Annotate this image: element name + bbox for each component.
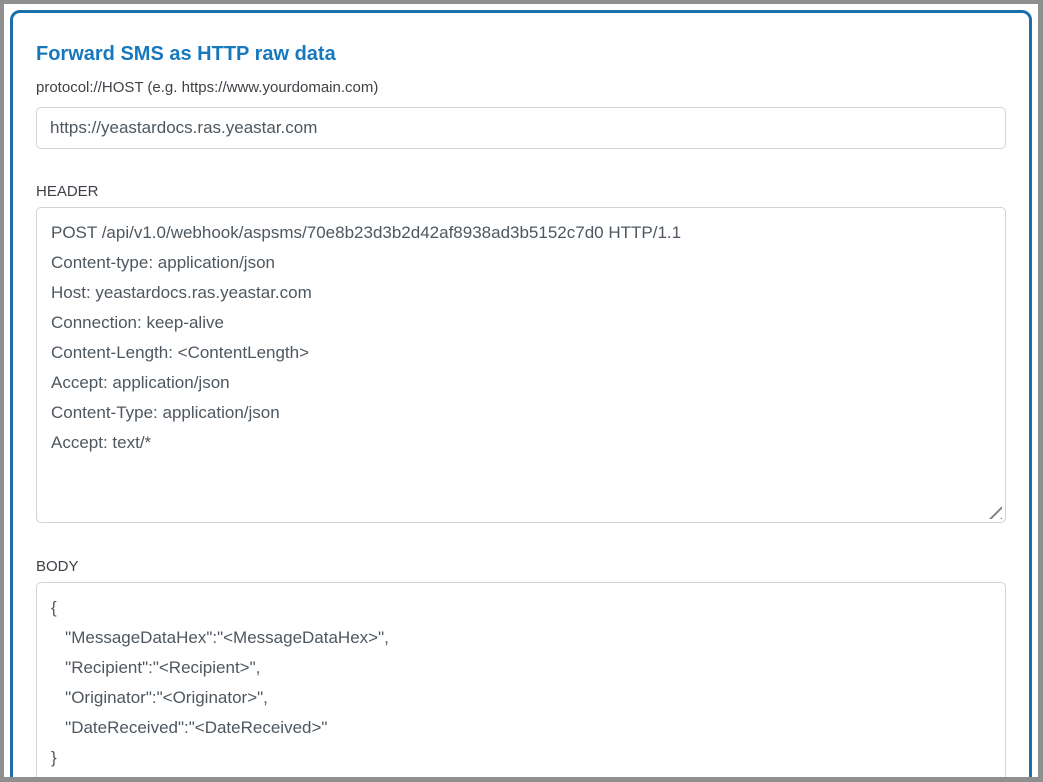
forward-sms-panel: Forward SMS as HTTP raw data protocol://…	[10, 10, 1032, 777]
body-textarea[interactable]: { "MessageDataHex":"<MessageDataHex>", "…	[36, 582, 1006, 777]
body-textarea-wrap: { "MessageDataHex":"<MessageDataHex>", "…	[36, 582, 1006, 777]
body-field-label: BODY	[36, 557, 1006, 577]
page-title: Forward SMS as HTTP raw data	[36, 13, 1006, 66]
header-field-label: HEADER	[36, 182, 1006, 202]
page-background: Forward SMS as HTTP raw data protocol://…	[4, 4, 1038, 777]
url-input[interactable]	[36, 107, 1006, 149]
url-field-label: protocol://HOST (e.g. https://www.yourdo…	[36, 78, 1006, 98]
screenshot-frame: Forward SMS as HTTP raw data protocol://…	[0, 0, 1043, 782]
header-textarea[interactable]: POST /api/v1.0/webhook/aspsms/70e8b23d3b…	[36, 207, 1006, 523]
header-textarea-wrap: POST /api/v1.0/webhook/aspsms/70e8b23d3b…	[36, 207, 1006, 523]
